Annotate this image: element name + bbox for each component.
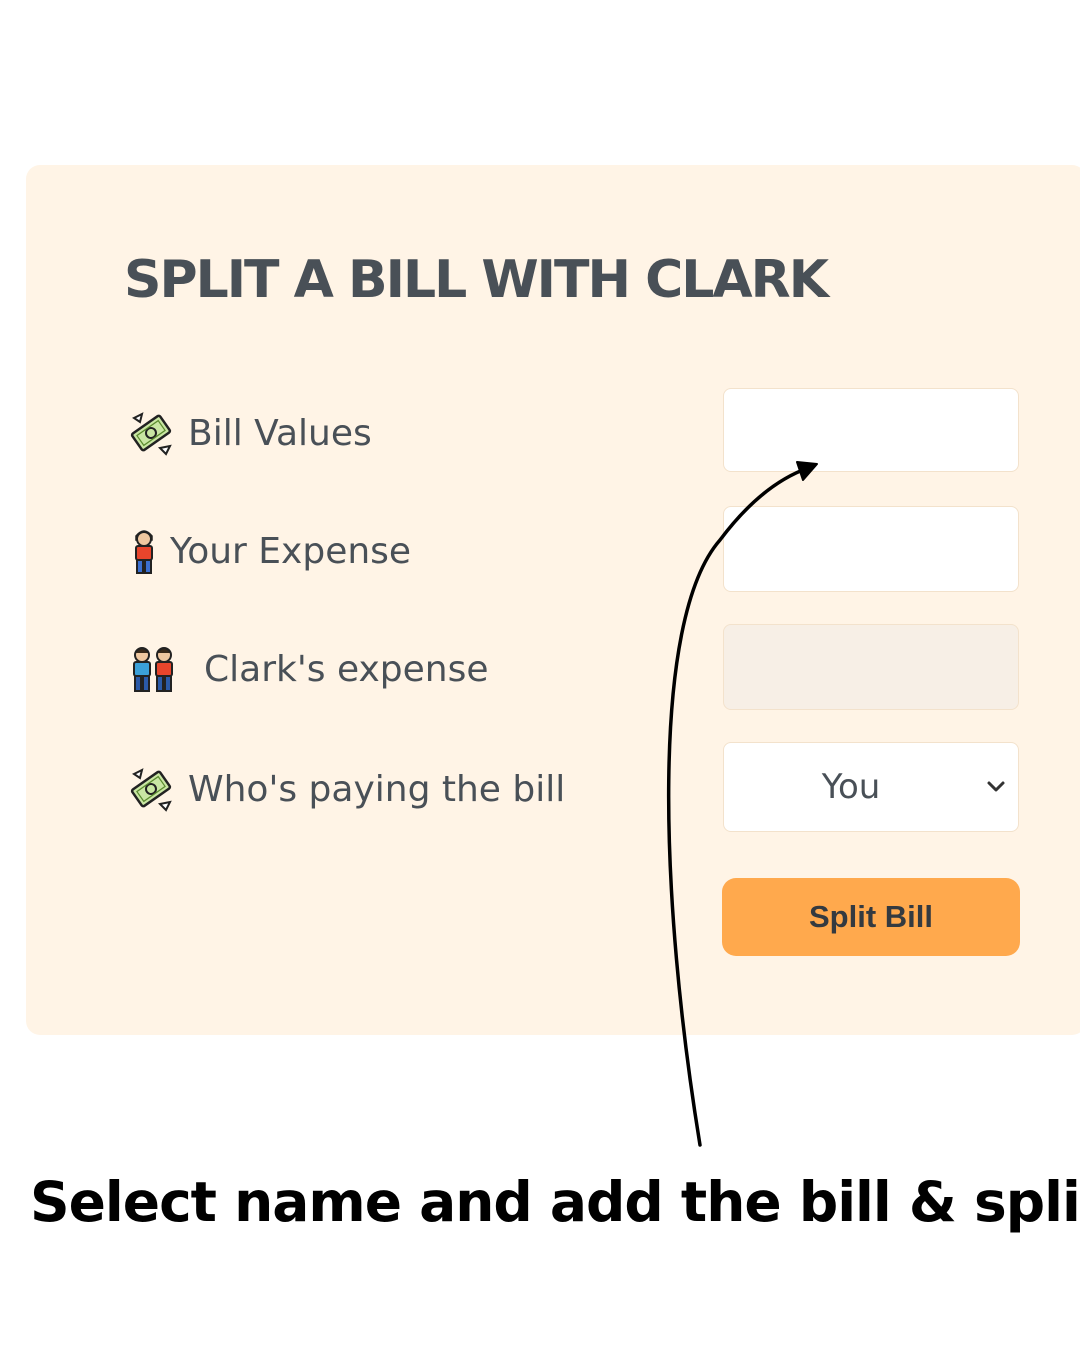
form-title: SPLIT A BILL WITH CLARK <box>124 250 829 310</box>
your-expense-label: Your Expense <box>170 530 412 572</box>
friend-expense-input <box>723 624 1019 710</box>
page: SPLIT A BILL WITH CLARK Bill Values Your… <box>0 0 1080 1350</box>
friend-expense-label: Clark's expense <box>204 648 489 690</box>
friend-expense-label-row: Clark's expense <box>128 646 488 692</box>
bill-value-input[interactable] <box>723 388 1019 472</box>
who-pays-label: Who's paying the bill <box>188 768 566 810</box>
who-pays-select[interactable]: You <box>723 742 1019 832</box>
person-icon <box>128 528 160 574</box>
bill-value-label-row: Bill Values <box>128 410 372 456</box>
money-with-wings-icon <box>128 410 174 456</box>
your-expense-input[interactable] <box>723 506 1019 592</box>
chevron-down-icon <box>987 781 1005 792</box>
who-pays-label-row: Who's paying the bill <box>128 766 565 812</box>
two-people-icon <box>128 646 178 692</box>
money-with-wings-icon <box>128 766 174 812</box>
bill-value-label: Bill Values <box>188 412 372 454</box>
instruction-caption: Select name and add the bill & split <box>30 1170 1080 1234</box>
split-bill-button[interactable]: Split Bill <box>722 878 1020 956</box>
who-pays-selected-value: You <box>821 767 881 807</box>
your-expense-label-row: Your Expense <box>128 528 411 574</box>
